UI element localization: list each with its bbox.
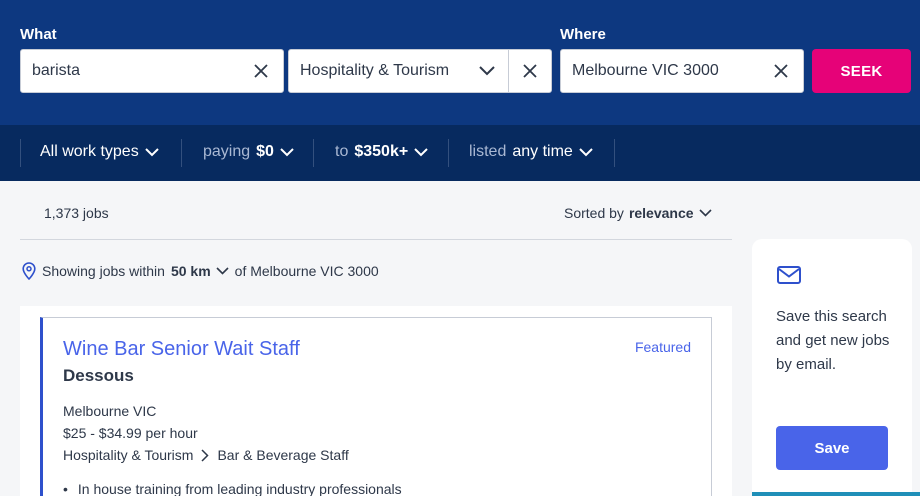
- filter-divider: [20, 139, 21, 167]
- chevron-down-icon: [698, 209, 712, 217]
- seek-button[interactable]: SEEK: [812, 49, 911, 93]
- to-value: $350k+: [354, 143, 409, 160]
- sort-value: relevance: [628, 205, 694, 221]
- listed-value: any time: [512, 143, 573, 160]
- where-label: Where: [560, 26, 606, 43]
- chevron-down-icon: [579, 147, 593, 156]
- job-location[interactable]: Melbourne VIC: [63, 403, 156, 419]
- within-suffix: of Melbourne VIC 3000: [234, 263, 379, 279]
- paying-filter[interactable]: paying $0: [203, 143, 294, 161]
- filter-divider: [181, 139, 182, 167]
- panel-accent-bar: [752, 492, 920, 496]
- mail-icon: [777, 266, 801, 284]
- classification-value: Hospitality & Tourism: [300, 62, 450, 79]
- chevron-down-icon: [280, 147, 294, 156]
- what-label: What: [20, 26, 57, 43]
- distance-value: 50 km: [170, 263, 211, 279]
- save-search-text: Save this search and get new jobs by ema…: [776, 308, 890, 373]
- company-name[interactable]: Dessous: [63, 366, 134, 386]
- within-prefix: Showing jobs within: [42, 263, 165, 279]
- to-salary-filter[interactable]: to $350k+: [335, 143, 428, 161]
- chevron-down-icon: [144, 147, 159, 156]
- classification-link[interactable]: Hospitality & Tourism: [63, 447, 193, 463]
- save-search-button[interactable]: Save: [776, 426, 888, 470]
- job-title-link[interactable]: Wine Bar Senior Wait Staff: [63, 338, 300, 361]
- save-search-panel: Save this search and get new jobs by ema…: [752, 239, 912, 496]
- filter-divider: [448, 139, 449, 167]
- keyword-input[interactable]: barista: [20, 49, 284, 93]
- subclassification-link[interactable]: Bar & Beverage Staff: [217, 447, 348, 463]
- keyword-value: barista: [32, 62, 81, 79]
- classification-select[interactable]: Hospitality & Tourism: [288, 49, 552, 93]
- filter-bar: All work types paying $0 to $350k+ liste…: [0, 125, 920, 181]
- paying-value: $0: [256, 143, 274, 160]
- bullet-dot: •: [63, 481, 68, 496]
- results-list: Wine Bar Senior Wait Staff Dessous Featu…: [20, 306, 732, 496]
- chevron-right-icon: [201, 448, 210, 462]
- paying-prefix: paying: [203, 143, 251, 160]
- job-classification-breadcrumb: Hospitality & Tourism Bar & Beverage Sta…: [63, 447, 349, 463]
- listed-prefix: listed: [469, 143, 507, 160]
- filter-divider: [313, 139, 314, 167]
- featured-badge: Featured: [634, 339, 691, 355]
- job-card[interactable]: Wine Bar Senior Wait Staff Dessous Featu…: [40, 317, 712, 496]
- work-types-label: All work types: [40, 143, 139, 160]
- location-pin-icon: [22, 262, 36, 280]
- chevron-down-icon: [216, 267, 229, 275]
- filter-divider: [614, 139, 615, 167]
- job-count: 1,373 jobs: [44, 205, 109, 221]
- chevron-down-icon[interactable]: [467, 50, 507, 92]
- clear-location-icon[interactable]: [761, 50, 801, 92]
- chevron-down-icon: [414, 147, 428, 156]
- field-divider: [508, 50, 509, 92]
- search-band: What Where barista Hospitality & Tourism…: [0, 0, 920, 125]
- listed-filter[interactable]: listed any time: [469, 143, 593, 161]
- clear-keyword-icon[interactable]: [241, 50, 281, 92]
- clear-classification-icon[interactable]: [510, 50, 550, 92]
- sort-prefix: Sorted by: [564, 205, 624, 221]
- distance-summary: Showing jobs within 50 km of Melbourne V…: [22, 262, 379, 280]
- divider: [20, 239, 732, 240]
- job-highlight: • In house training from leading industr…: [63, 481, 402, 496]
- location-value: Melbourne VIC 3000: [572, 62, 719, 79]
- work-types-filter[interactable]: All work types: [40, 143, 159, 161]
- job-highlight-text: In house training from leading industry …: [77, 481, 402, 496]
- distance-dropdown[interactable]: 50 km: [171, 263, 229, 279]
- to-prefix: to: [335, 143, 349, 160]
- job-salary: $25 - $34.99 per hour: [63, 425, 198, 441]
- location-input[interactable]: Melbourne VIC 3000: [560, 49, 804, 93]
- sort-control[interactable]: Sorted by relevance: [564, 205, 712, 221]
